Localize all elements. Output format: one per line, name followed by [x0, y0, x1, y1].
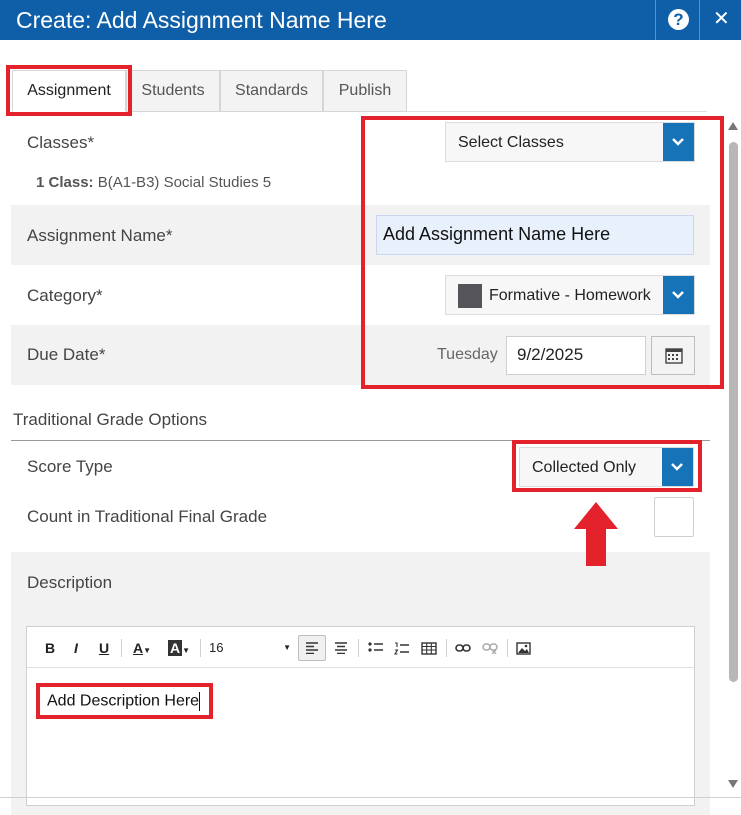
scroll-down-arrow[interactable]: [728, 780, 738, 788]
toolbar-separator: [446, 639, 447, 657]
table-button[interactable]: [418, 637, 440, 659]
tab-divider: [407, 111, 707, 112]
image-button[interactable]: [513, 637, 535, 659]
classes-summary: 1 Class: B(A1-B3) Social Studies 5: [36, 174, 271, 191]
scroll-up-arrow[interactable]: [728, 122, 738, 130]
help-icon: ?: [668, 9, 689, 30]
link-icon: [455, 644, 471, 652]
toolbar-separator: [507, 639, 508, 657]
annotation-highlight-score-type: [512, 440, 702, 492]
dialog-title-bar: Create: Add Assignment Name Here ? ✕: [0, 0, 741, 40]
image-icon: [516, 642, 531, 655]
annotation-highlight-description: [36, 683, 213, 719]
tab-publish[interactable]: Publish: [323, 70, 407, 112]
classes-summary-value: B(A1-B3) Social Studies 5: [97, 174, 272, 191]
due-date-label: Due Date*: [27, 345, 106, 364]
font-size-value: 16: [209, 640, 224, 655]
font-color-icon: A: [132, 640, 144, 656]
highlight-icon: A: [167, 640, 183, 656]
count-final-label: Count in Traditional Final Grade: [27, 507, 268, 526]
grade-options-title: Traditional Grade Options: [13, 410, 208, 429]
close-icon: ✕: [713, 8, 730, 30]
align-center-icon: [335, 642, 347, 654]
description-label: Description: [27, 573, 113, 592]
score-type-label: Score Type: [27, 457, 113, 476]
assignment-name-label: Assignment Name*: [27, 226, 173, 245]
annotation-arrow-up-icon: [574, 502, 618, 566]
count-final-checkbox[interactable]: [654, 497, 694, 537]
category-label: Category*: [27, 286, 103, 305]
bottom-border: [0, 797, 741, 798]
font-color-button[interactable]: A▼: [128, 637, 156, 659]
bold-button[interactable]: B: [41, 637, 59, 659]
dialog-title: Create: Add Assignment Name Here: [16, 7, 387, 33]
help-button[interactable]: ?: [655, 0, 699, 40]
scrollbar-thumb[interactable]: [729, 142, 738, 682]
toolbar-separator: [200, 639, 201, 657]
unlink-icon: [482, 643, 498, 654]
font-size-select[interactable]: 16 ▼: [209, 637, 291, 659]
bullet-list-icon: [368, 642, 383, 652]
align-left-button[interactable]: [298, 635, 326, 661]
table-icon: [421, 642, 437, 655]
link-button[interactable]: [452, 637, 474, 659]
underline-button[interactable]: U: [95, 637, 113, 659]
annotation-highlight-fields: [361, 116, 724, 389]
align-left-icon: [306, 642, 318, 654]
toolbar-separator: [121, 639, 122, 657]
close-button[interactable]: ✕: [699, 0, 741, 40]
caret-down-icon: ▼: [283, 643, 291, 652]
align-center-button[interactable]: [330, 637, 352, 659]
caret-down-icon: ▼: [143, 646, 152, 655]
classes-label: Classes*: [27, 133, 95, 152]
tab-standards[interactable]: Standards: [220, 70, 323, 112]
unlink-button[interactable]: [479, 637, 501, 659]
editor-toolbar: B I U A▼ A ▼ 16 ▼: [27, 627, 694, 668]
classes-count: 1 Class:: [36, 174, 94, 191]
caret-down-icon: ▼: [182, 646, 191, 655]
annotation-highlight-tab: [6, 65, 132, 116]
italic-button[interactable]: I: [67, 637, 85, 659]
numbered-list-icon: [394, 642, 409, 655]
bullet-list-button[interactable]: [365, 637, 387, 659]
toolbar-separator: [358, 639, 359, 657]
highlight-button[interactable]: A ▼: [163, 637, 195, 659]
tab-students[interactable]: Students: [126, 70, 220, 112]
numbered-list-button[interactable]: [391, 637, 413, 659]
